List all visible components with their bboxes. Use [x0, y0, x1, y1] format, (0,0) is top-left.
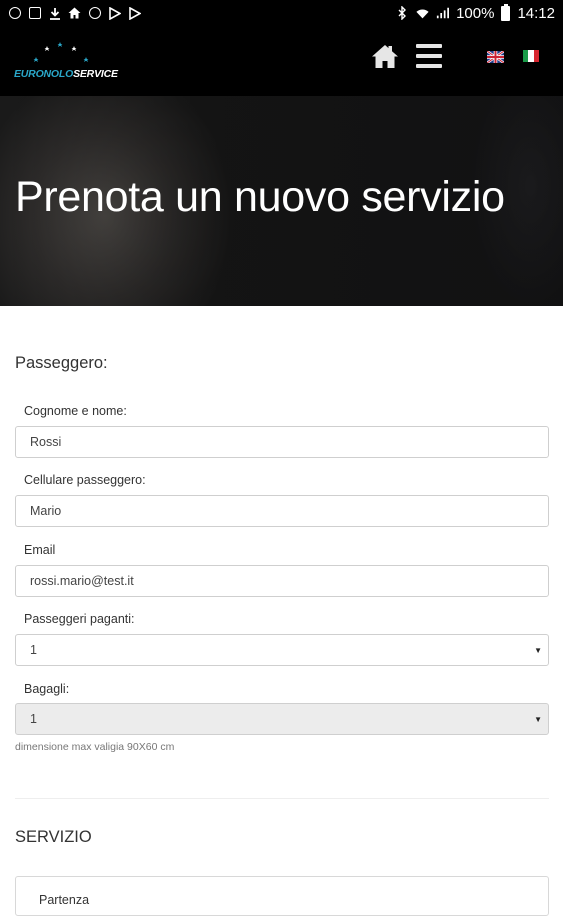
status-bar-system: 100% 14:12 — [396, 3, 555, 22]
home-icon — [68, 7, 81, 20]
status-bar: 100% 14:12 — [0, 0, 563, 26]
signal-icon — [436, 7, 450, 20]
play-store-icon — [108, 6, 121, 20]
logo-wordmark: EURONOLOSERVICE — [14, 68, 118, 80]
name-input[interactable]: Rossi — [15, 426, 549, 458]
status-bar-notifications — [8, 6, 141, 20]
battery-percent: 100% — [456, 4, 495, 22]
hamburger-menu-icon[interactable] — [416, 44, 442, 68]
mobile-input[interactable]: Mario — [15, 495, 549, 527]
email-label: Email — [24, 543, 56, 557]
departure-label: Partenza — [39, 893, 90, 907]
wifi-icon — [416, 7, 429, 20]
italian-flag-icon[interactable] — [523, 50, 539, 62]
bluetooth-icon — [396, 6, 409, 20]
luggage-label: Bagagli: — [24, 682, 70, 696]
section-title-passenger: Passeggero: — [15, 354, 108, 372]
home-icon — [372, 45, 398, 68]
name-label: Cognome e nome: — [24, 404, 127, 418]
divider — [15, 798, 549, 799]
clock: 14:12 — [517, 4, 555, 22]
section-title-service: SERVIZIO — [15, 828, 92, 846]
departure-panel — [15, 876, 549, 916]
luggage-help-text: dimensione max valigia 90X60 cm — [15, 741, 175, 753]
chevron-down-icon: ▼ — [534, 714, 542, 724]
download-icon — [48, 7, 61, 20]
battery-icon — [501, 3, 511, 21]
home-button[interactable] — [371, 43, 399, 69]
mobile-label: Cellulare passeggero: — [24, 473, 146, 487]
booking-form — [0, 306, 563, 900]
page-title: Prenota un nuovo servizio — [15, 173, 505, 221]
paying-passengers-select[interactable]: 1 ▼ — [15, 634, 549, 666]
chevron-down-icon: ▼ — [534, 645, 542, 655]
navbar: EURONOLOSERVICE — [0, 26, 563, 96]
english-flag-icon[interactable] — [486, 50, 505, 64]
chrome-icon — [88, 7, 101, 20]
luggage-select[interactable]: 1 ▼ — [15, 703, 549, 735]
paying-passengers-label: Passeggeri paganti: — [24, 612, 135, 626]
whatsapp-icon — [8, 7, 21, 20]
play-store-icon — [128, 6, 141, 20]
email-input[interactable]: rossi.mario@test.it — [15, 565, 549, 597]
logo-stars-icon — [33, 42, 89, 62]
image-icon — [28, 7, 41, 20]
logo[interactable]: EURONOLOSERVICE — [14, 38, 118, 80]
